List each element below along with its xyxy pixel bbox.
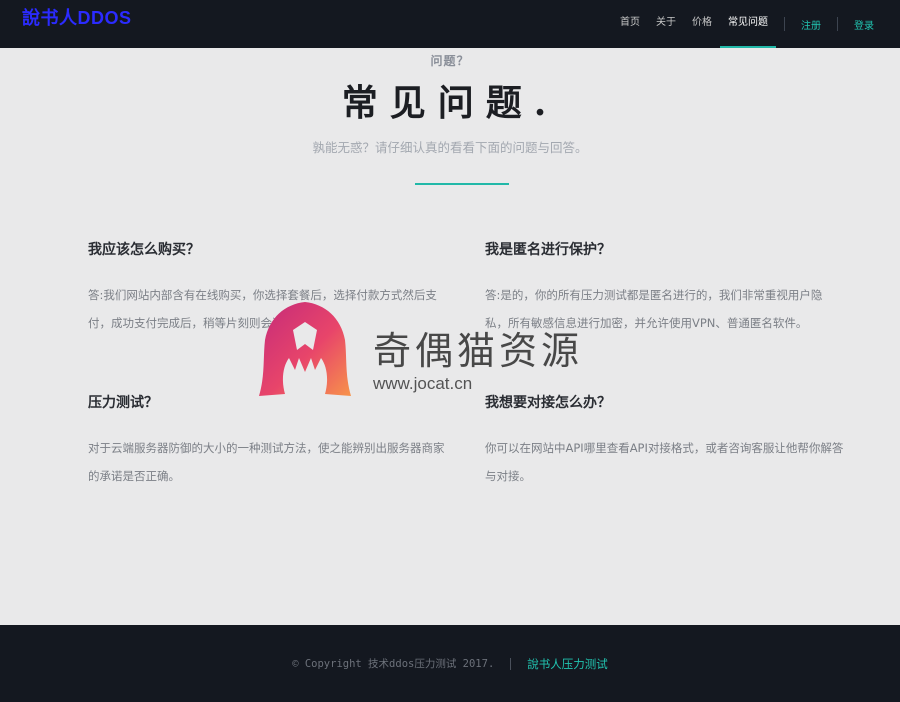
faq-answer: 答:我们网站内部含有在线购买，你选择套餐后，选择付款方式然后支付，成功支付完成后… <box>88 288 437 330</box>
nav-about[interactable]: 关于 <box>648 0 684 48</box>
page-title: 常见问题. <box>341 82 559 124</box>
faq-question: 我是匿名进行保护？ <box>485 242 611 258</box>
nav-faq[interactable]: 常见问题 <box>720 0 776 48</box>
nav-divider <box>784 17 785 31</box>
section-kicker: 问题？ <box>430 54 470 68</box>
title-divider <box>415 183 509 185</box>
faq-answer: 对于云端服务器防御的大小的一种测试方法，使之能辨别出服务器商家的承诺是否正确。 <box>88 441 445 483</box>
faq-question: 我想要对接怎么办？ <box>485 395 611 411</box>
faq-question: 压力测试？ <box>88 395 158 411</box>
footer-divider <box>510 657 512 670</box>
nav-pricing[interactable]: 价格 <box>684 0 720 48</box>
faq-item-stress-test: 压力测试？ 对于云端服务器防御的大小的一种测试方法，使之能辨别出服务器商家的承诺… <box>88 392 448 490</box>
login-link[interactable]: 登录 <box>846 17 900 32</box>
faq-item-purchase: 我应该怎么购买？ 答:我们网站内部含有在线购买，你选择套餐后，选择付款方式然后支… <box>88 239 448 337</box>
site-logo[interactable]: 說书人DDOS <box>22 4 132 30</box>
faq-answer: 你可以在网站中API哪里查看API对接格式，或者咨询客服让他帮你解答与对接。 <box>485 441 844 483</box>
nav-home[interactable]: 首页 <box>612 0 648 48</box>
active-underline <box>720 46 776 48</box>
watermark-url: www.jocat.cn <box>373 374 473 393</box>
nav-faq-label: 常见问题 <box>728 17 768 28</box>
copyright-text: © Copyright 技术ddos压力测试 2017. <box>292 658 495 670</box>
faq-question: 我应该怎么购买？ <box>88 242 200 258</box>
nav-divider <box>837 17 838 31</box>
footer-brand-link[interactable]: 說书人压力测试 <box>527 656 608 672</box>
register-link[interactable]: 注册 <box>793 17 829 32</box>
footer: © Copyright 技术ddos压力测试 2017. 說书人压力测试 <box>0 625 900 702</box>
main-nav: 首页 关于 价格 常见问题 注册 登录 <box>612 0 900 48</box>
faq-item-anonymity: 我是匿名进行保护？ 答:是的，你的所有压力测试都是匿名进行的，我们非常重视用户隐… <box>485 239 845 337</box>
faq-item-integration: 我想要对接怎么办？ 你可以在网站中API哪里查看API对接格式，或者咨询客服让他… <box>485 392 845 490</box>
faq-answer: 答:是的，你的所有压力测试都是匿名进行的，我们非常重视用户隐私，所有敏感信息进行… <box>485 288 823 330</box>
top-navbar: 說书人DDOS 首页 关于 价格 常见问题 注册 登录 <box>0 0 900 48</box>
page-subtitle: 孰能无惑？请仔细认真的看看下面的问题与回答。 <box>312 140 588 155</box>
